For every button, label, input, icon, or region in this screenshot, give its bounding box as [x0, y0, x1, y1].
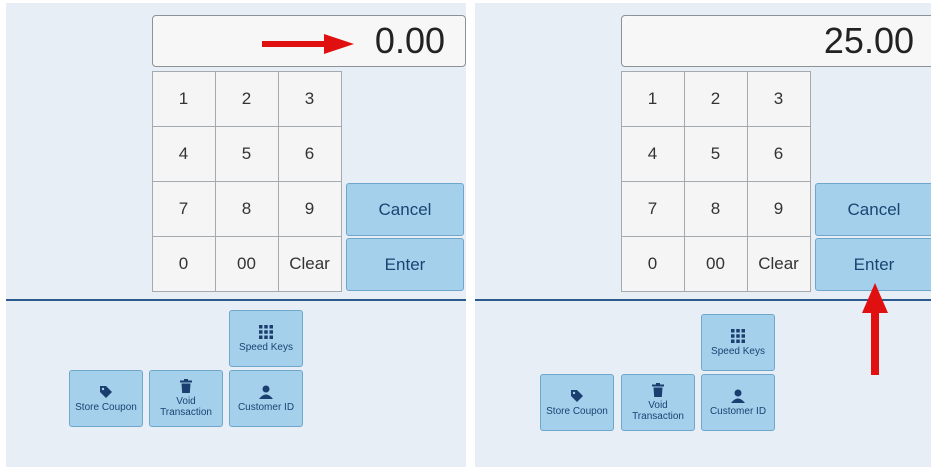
pos-screen-left: 0.00 1 2 3 4 5 6 7 8 9 0 00 Clear Cancel… [6, 3, 466, 467]
void-transaction-label: Void Transaction [160, 396, 212, 418]
numeric-keypad: 1 2 3 4 5 6 7 8 9 0 00 Clear [151, 70, 342, 292]
store-coupon-label: Store Coupon [75, 401, 137, 413]
key-4[interactable]: 4 [620, 125, 685, 182]
store-coupon-button[interactable]: Store Coupon [69, 370, 143, 427]
key-2[interactable]: 2 [683, 70, 748, 127]
customer-id-button[interactable]: Customer ID [229, 370, 303, 427]
store-coupon-label: Store Coupon [546, 405, 608, 417]
trash-icon [180, 379, 192, 393]
grid-icon [259, 324, 273, 339]
grid-icon [731, 328, 745, 343]
clear-key[interactable]: Clear [277, 235, 342, 292]
key-6[interactable]: 6 [746, 125, 811, 182]
key-9[interactable]: 9 [277, 180, 342, 237]
key-2[interactable]: 2 [214, 70, 279, 127]
customer-id-button[interactable]: Customer ID [701, 374, 775, 431]
key-1[interactable]: 1 [620, 70, 685, 127]
user-icon [731, 389, 745, 403]
key-00[interactable]: 00 [214, 235, 279, 292]
amount-display: 25.00 [621, 15, 931, 67]
cancel-button[interactable]: Cancel [346, 183, 464, 236]
key-3[interactable]: 3 [277, 70, 342, 127]
key-6[interactable]: 6 [277, 125, 342, 182]
key-0[interactable]: 0 [620, 235, 685, 292]
arrow-up-icon [862, 283, 888, 375]
speed-keys-label: Speed Keys [239, 341, 293, 353]
store-coupon-button[interactable]: Store Coupon [540, 374, 614, 431]
key-9[interactable]: 9 [746, 180, 811, 237]
user-icon [259, 385, 273, 399]
key-5[interactable]: 5 [683, 125, 748, 182]
speed-keys-button[interactable]: Speed Keys [701, 314, 775, 371]
customer-id-label: Customer ID [709, 405, 767, 417]
void-transaction-button[interactable]: Void Transaction [621, 374, 695, 431]
key-1[interactable]: 1 [151, 70, 216, 127]
clear-key[interactable]: Clear [746, 235, 811, 292]
key-00[interactable]: 00 [683, 235, 748, 292]
key-5[interactable]: 5 [214, 125, 279, 182]
speed-keys-label: Speed Keys [711, 345, 765, 357]
enter-button[interactable]: Enter [346, 238, 464, 291]
key-7[interactable]: 7 [151, 180, 216, 237]
section-divider [6, 299, 466, 301]
numeric-keypad: 1 2 3 4 5 6 7 8 9 0 00 Clear [620, 70, 811, 292]
void-transaction-button[interactable]: Void Transaction [149, 370, 223, 427]
key-4[interactable]: 4 [151, 125, 216, 182]
tag-icon [100, 385, 112, 398]
speed-keys-button[interactable]: Speed Keys [229, 310, 303, 367]
key-0[interactable]: 0 [151, 235, 216, 292]
tag-icon [571, 389, 583, 402]
pos-screen-right: 25.00 1 2 3 4 5 6 7 8 9 0 00 Clear Cance… [475, 3, 931, 467]
customer-id-label: Customer ID [237, 401, 295, 413]
key-3[interactable]: 3 [746, 70, 811, 127]
arrow-right-icon [262, 34, 354, 54]
cancel-button[interactable]: Cancel [815, 183, 931, 236]
void-transaction-label: Void Transaction [632, 400, 684, 422]
key-8[interactable]: 8 [683, 180, 748, 237]
trash-icon [652, 383, 664, 397]
key-8[interactable]: 8 [214, 180, 279, 237]
key-7[interactable]: 7 [620, 180, 685, 237]
